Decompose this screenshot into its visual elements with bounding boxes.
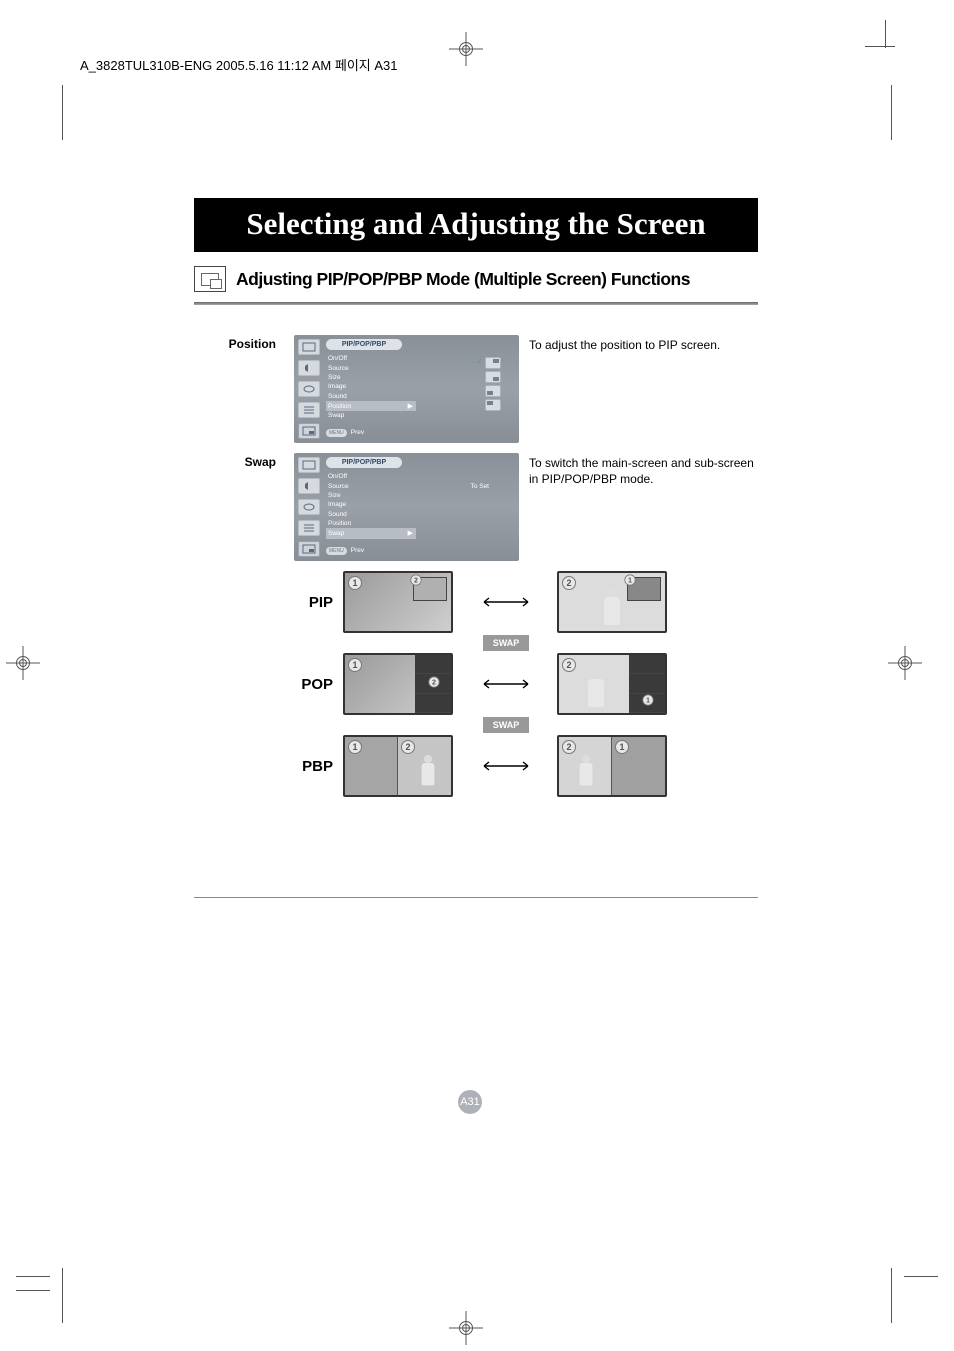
sound-icon (298, 360, 320, 376)
picture-icon (298, 457, 320, 473)
pip-menu-icon (298, 423, 320, 439)
registration-mark-right (892, 650, 918, 676)
swap-description: To switch the main-screen and sub-screen… (529, 453, 758, 561)
swap-badge-row: SWAP (292, 635, 758, 651)
position-section: Position PIP/POP/PBP On/Off Source Size … (194, 335, 758, 443)
picture-icon (298, 339, 320, 355)
crop-mark (891, 85, 892, 140)
page-title: Selecting and Adjusting the Screen (194, 198, 758, 252)
pos-topright-icon (485, 357, 501, 369)
crop-mark (62, 85, 63, 140)
swap-section: Swap PIP/POP/PBP On/Off Source Size Imag… (194, 453, 758, 561)
document-header: A_3828TUL310B-ENG 2005.5.16 11:12 AM 페이지… (80, 55, 398, 74)
osd-item: Source (326, 481, 416, 490)
osd-item: Image (326, 382, 416, 391)
sound-icon (298, 478, 320, 494)
osd-item: Sound (326, 510, 416, 519)
osd-footer: MENU Prev (326, 547, 515, 555)
pos-bottomleft-icon (485, 385, 501, 397)
registration-mark-bottom (453, 1315, 479, 1341)
pos-topleft-icon (485, 399, 501, 411)
crop-mark (62, 1268, 63, 1323)
special-icon (298, 402, 320, 418)
crop-mark (865, 46, 895, 47)
osd-item: Size (326, 491, 416, 500)
osd-sidebar (298, 457, 322, 557)
swap-diagrams: PIP 1 2 2 1 SWAP POP (292, 571, 758, 797)
position-label: Position (194, 335, 284, 443)
position-description: To adjust the position to PIP screen. (529, 335, 758, 443)
pip-after-thumb: 2 1 (557, 571, 667, 633)
registration-mark-top (453, 36, 479, 62)
crop-mark (904, 1276, 938, 1277)
pop-row: POP 1 2 2 1 (292, 653, 758, 715)
pip-label: PIP (292, 594, 337, 611)
crop-mark (891, 1268, 892, 1323)
osd-position: PIP/POP/PBP On/Off Source Size Image Sou… (294, 335, 519, 443)
pip-menu-icon (298, 541, 320, 557)
osd-item: On/Off (326, 472, 416, 481)
osd-footer: MENU Prev (326, 429, 515, 437)
osd-item-highlighted: Swap▶ (326, 528, 416, 538)
position-selector (485, 357, 501, 411)
subtitle: Adjusting PIP/POP/PBP Mode (Multiple Scr… (236, 269, 690, 290)
pbp-after-thumb: 2 1 (557, 735, 667, 797)
pop-label: POP (292, 676, 337, 693)
swap-badge: SWAP (483, 717, 530, 733)
pbp-label: PBP (292, 758, 337, 775)
page-content: Selecting and Adjusting the Screen Adjus… (194, 198, 758, 898)
pop-after-thumb: 2 1 (557, 653, 667, 715)
registration-mark-left (10, 650, 36, 676)
crop-mark (16, 1276, 50, 1277)
osd-item: Sound (326, 392, 416, 401)
osd-sidebar (298, 339, 322, 439)
special-icon (298, 520, 320, 536)
pip-before-thumb: 1 2 (343, 571, 453, 633)
pbp-before-thumb: 1 2 (343, 735, 453, 797)
footer-rule (194, 897, 758, 898)
crop-mark (885, 20, 886, 48)
pip-icon (194, 266, 226, 292)
osd-title: PIP/POP/PBP (326, 457, 402, 468)
crop-mark (16, 1290, 50, 1291)
osd-item: Source (326, 363, 416, 372)
osd-item: Image (326, 500, 416, 509)
pip-row: PIP 1 2 2 1 (292, 571, 758, 633)
toset-label: To Set (471, 483, 489, 490)
subtitle-row: Adjusting PIP/POP/PBP Mode (Multiple Scr… (194, 266, 758, 292)
swap-label: Swap (194, 453, 284, 561)
osd-item: Swap (326, 411, 416, 420)
setup-icon (298, 499, 320, 515)
osd-title: PIP/POP/PBP (326, 339, 402, 350)
divider (194, 302, 758, 305)
page-number: A31 (458, 1090, 482, 1114)
swap-arrow (461, 735, 551, 797)
pop-before-thumb: 1 2 (343, 653, 453, 715)
swap-badge: SWAP (483, 635, 530, 651)
swap-badge-row: SWAP (292, 717, 758, 733)
pos-bottomright-icon (485, 371, 501, 383)
osd-item: On/Off (326, 354, 416, 363)
osd-swap: PIP/POP/PBP On/Off Source Size Image Sou… (294, 453, 519, 561)
osd-item: Size (326, 373, 416, 382)
osd-item: Position (326, 519, 416, 528)
osd-main: PIP/POP/PBP On/Off Source Size Image Sou… (326, 457, 515, 557)
swap-arrow (461, 571, 551, 633)
pbp-row: PBP 1 2 2 1 (292, 735, 758, 797)
setup-icon (298, 381, 320, 397)
osd-item-highlighted: Position▶ (326, 401, 416, 411)
swap-arrow (461, 653, 551, 715)
